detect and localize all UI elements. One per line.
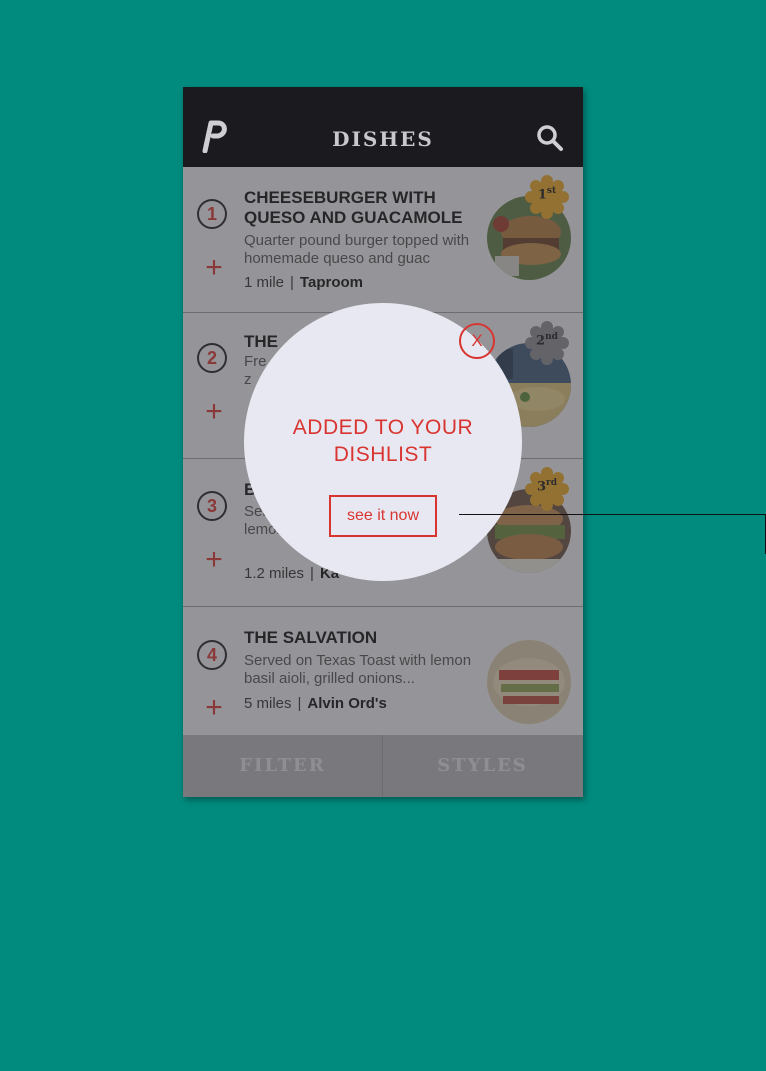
annotation-line (459, 514, 766, 515)
popup-message: ADDED TO YOUR DISHLIST (292, 416, 474, 466)
search-icon[interactable] (535, 123, 565, 153)
page-title: DISHES (332, 127, 434, 151)
close-icon[interactable]: X (459, 323, 495, 359)
top-bar: DISHES (183, 87, 583, 167)
see-it-now-button[interactable]: see it now (329, 495, 437, 537)
